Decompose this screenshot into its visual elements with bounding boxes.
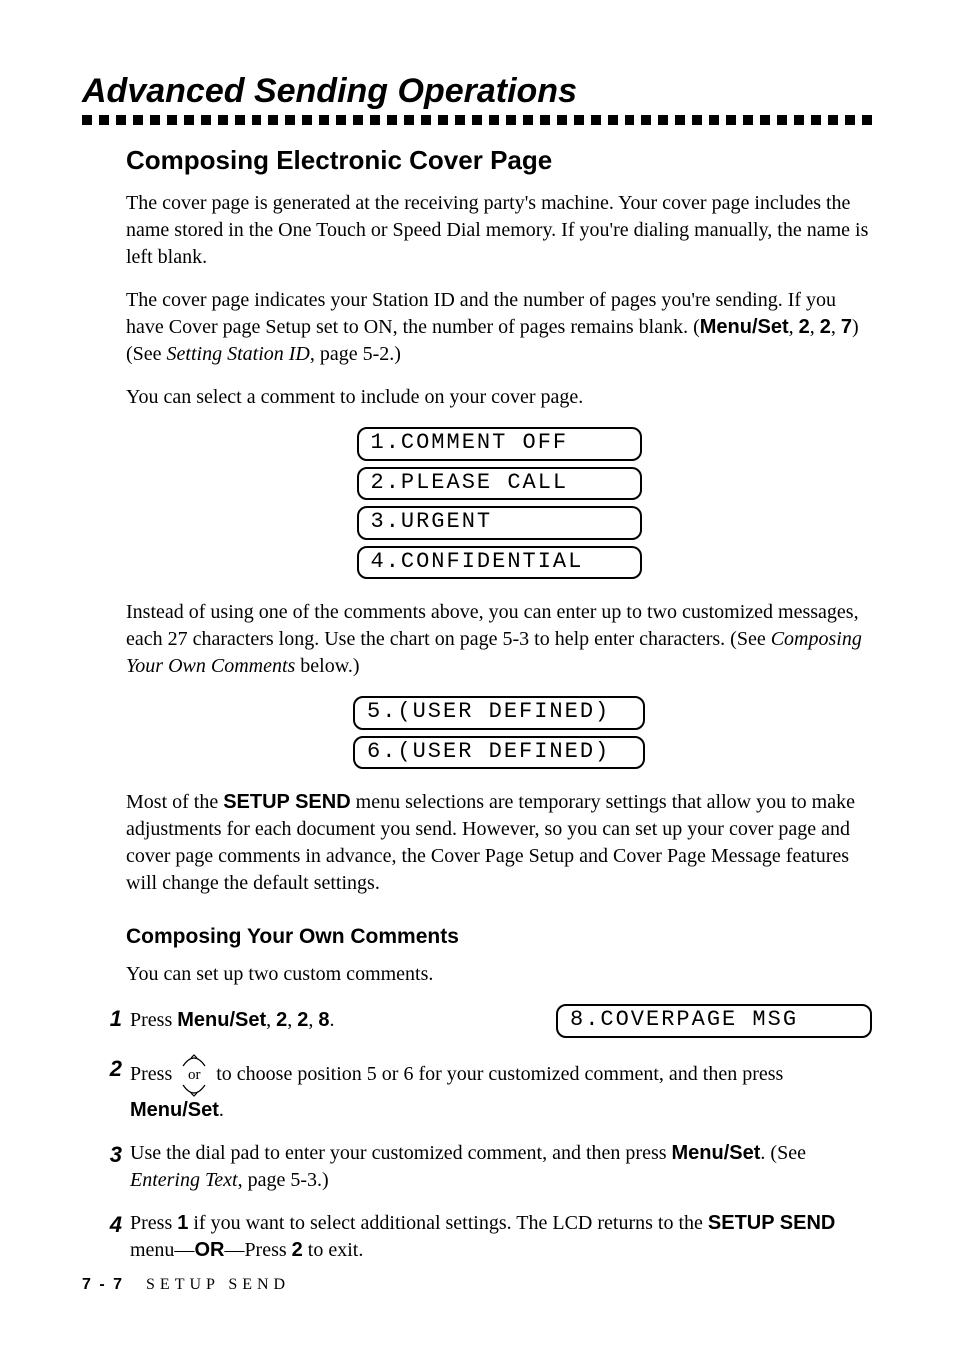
section-name: SETUP SEND (146, 1276, 290, 1293)
title-divider (82, 115, 872, 125)
up-down-icon: or (181, 1054, 207, 1097)
page-title: Advanced Sending Operations (82, 72, 872, 111)
step-list: 1 Press Menu/Set, 2, 2, 8. 8.COVERPAGE M… (98, 1004, 872, 1264)
lcd-display: 1.COMMENT OFF (357, 427, 642, 461)
paragraph: The cover page is generated at the recei… (126, 190, 872, 271)
step-number: 2 (98, 1054, 126, 1084)
list-item: 1 Press Menu/Set, 2, 2, 8. 8.COVERPAGE M… (98, 1004, 872, 1038)
lcd-display: 8.COVERPAGE MSG (556, 1004, 872, 1038)
list-item: 4 Press 1 if you want to select addition… (98, 1210, 872, 1264)
footer: 7 - 7 SETUP SEND (82, 1276, 290, 1294)
page-number: 7 - 7 (82, 1276, 124, 1293)
subsection-heading: Composing Your Own Comments (126, 925, 872, 949)
list-item: 2 Press or to choose position 5 or 6 for… (98, 1054, 872, 1124)
lcd-display: 4.CONFIDENTIAL (357, 546, 642, 580)
lcd-display: 5.(USER DEFINED) (353, 696, 645, 730)
paragraph: The cover page indicates your Station ID… (126, 287, 872, 368)
lcd-display: 3.URGENT (357, 506, 642, 540)
section-heading: Composing Electronic Cover Page (126, 145, 872, 176)
step-number: 4 (98, 1210, 126, 1240)
lcd-display: 2.PLEASE CALL (357, 467, 642, 501)
list-item: 3 Use the dial pad to enter your customi… (98, 1140, 872, 1194)
paragraph: Instead of using one of the comments abo… (126, 599, 872, 680)
paragraph: You can set up two custom comments. (126, 961, 872, 988)
lcd-display: 6.(USER DEFINED) (353, 736, 645, 770)
step-number: 1 (98, 1004, 126, 1034)
lcd-list: 5.(USER DEFINED) 6.(USER DEFINED) (126, 696, 872, 769)
step-number: 3 (98, 1140, 126, 1170)
paragraph: You can select a comment to include on y… (126, 384, 872, 411)
lcd-list: 1.COMMENT OFF 2.PLEASE CALL 3.URGENT 4.C… (126, 427, 872, 579)
paragraph: Most of the SETUP SEND menu selections a… (126, 789, 872, 897)
